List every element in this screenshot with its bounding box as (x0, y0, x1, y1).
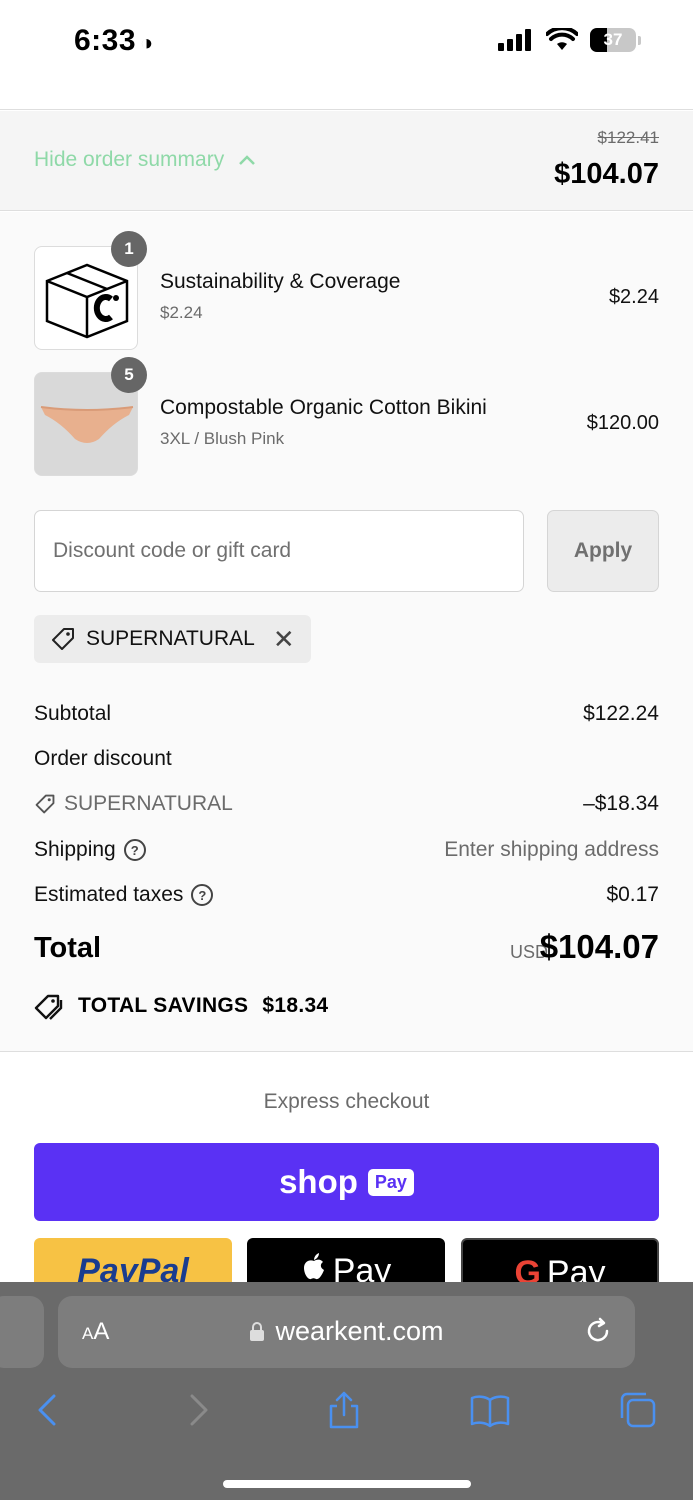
total-label: Total (34, 932, 102, 964)
status-time: 6:33 ◑ (74, 24, 154, 58)
discount-code-input[interactable]: Discount code or gift card (34, 510, 524, 592)
subtotal-row: Subtotal $122.24 (34, 702, 659, 732)
line-item: 5 Compostable Organic Cotton Bikini 3XL … (34, 357, 659, 476)
cellular-signal-icon (498, 29, 531, 51)
product-name: Compostable Organic Cotton Bikini (160, 396, 487, 419)
tag-icon (35, 794, 55, 814)
bookmarks-button[interactable] (470, 1390, 510, 1430)
savings-value: $18.34 (262, 994, 329, 1017)
order-discount-row: Order discount (34, 747, 659, 777)
chevron-right-icon (190, 1394, 208, 1426)
browser-toolbar: AA wearkent.com (0, 1282, 693, 1500)
share-button[interactable] (324, 1390, 364, 1430)
applied-discount-chip: SUPERNATURAL ✕ (34, 615, 311, 663)
discount-code-text: SUPERNATURAL (64, 792, 233, 815)
hide-order-summary-label: Hide order summary (34, 148, 225, 171)
taxes-row: Estimated taxes ? $0.17 (34, 883, 659, 913)
share-icon (329, 1391, 359, 1429)
wifi-icon (546, 28, 578, 50)
browser-nav-bar (0, 1382, 693, 1442)
chevron-up-icon (239, 155, 256, 165)
time-label: 6:33 (74, 24, 137, 57)
discount-code-row: SUPERNATURAL –$18.34 (34, 792, 659, 822)
quantity-badge: 1 (111, 231, 147, 267)
express-checkout-label: Express checkout (263, 1090, 430, 1113)
previous-tab-edge[interactable] (0, 1296, 44, 1368)
apple-logo-icon (303, 1253, 324, 1280)
status-bar: 6:33 ◑ 37 (0, 0, 693, 110)
help-icon[interactable]: ? (123, 839, 146, 861)
shipping-label-text: Shipping (34, 838, 116, 861)
product-thumbnail: 1 (34, 231, 147, 350)
product-price: $2.24 (608, 286, 659, 308)
line-item: 1 Sustainability & Coverage $2.24 $2.24 (34, 231, 659, 350)
quantity-badge: 5 (111, 357, 147, 393)
battery-tip (638, 35, 641, 45)
subtotal-value: $122.24 (583, 702, 659, 725)
lock-icon (250, 1321, 265, 1341)
product-variant: 3XL / Blush Pink (160, 429, 285, 448)
product-price: $120.00 (586, 412, 659, 434)
remove-discount-icon[interactable]: ✕ (273, 626, 295, 652)
address-bar[interactable]: AA wearkent.com (58, 1296, 635, 1368)
reload-icon[interactable] (583, 1316, 613, 1346)
shop-pay-box: Pay (367, 1168, 414, 1196)
taxes-value: $0.17 (606, 883, 659, 906)
shop-pay-button[interactable]: shop Pay (34, 1143, 659, 1221)
battery-level: 37 (603, 30, 623, 49)
shipping-row: Shipping ? Enter shipping address (34, 838, 659, 868)
forward-button[interactable] (178, 1390, 218, 1430)
shop-pay-wordmark: shop (279, 1163, 358, 1200)
taxes-label: Estimated taxes ? (34, 883, 214, 907)
tags-icon (34, 994, 63, 1020)
discount-value: –$18.34 (583, 792, 659, 815)
chevron-left-icon (38, 1394, 56, 1426)
tag-icon (52, 628, 74, 650)
hide-order-summary-link[interactable]: Hide order summary (34, 148, 256, 172)
url-display[interactable]: wearkent.com (58, 1316, 635, 1347)
taxes-label-text: Estimated taxes (34, 883, 184, 906)
total-value: $104.07 (539, 928, 659, 965)
shipping-value: Enter shipping address (444, 838, 659, 861)
product-variant: $2.24 (160, 303, 203, 322)
total-savings: TOTAL SAVINGS $18.34 (34, 992, 328, 1020)
tabs-button[interactable] (618, 1390, 658, 1430)
summary-total-price: $104.07 (554, 158, 659, 190)
battery-icon: 37 (590, 28, 636, 52)
tabs-icon (620, 1392, 656, 1428)
back-button[interactable] (28, 1390, 68, 1430)
order-discount-label: Order discount (34, 747, 172, 770)
savings-label: TOTAL SAVINGS (78, 994, 249, 1017)
url-text: wearkent.com (275, 1316, 444, 1346)
product-name: Sustainability & Coverage (160, 270, 401, 293)
focus-icon: ◑ (140, 30, 154, 55)
applied-code-label: SUPERNATURAL (86, 627, 255, 650)
help-icon[interactable]: ? (191, 884, 214, 906)
compare-at-price: $122.41 (597, 128, 659, 147)
product-thumbnail: 5 (34, 357, 147, 476)
subtotal-label: Subtotal (34, 702, 112, 725)
status-icons: 37 (498, 28, 641, 52)
apply-discount-button[interactable]: Apply (547, 510, 659, 592)
book-icon (470, 1395, 510, 1428)
shipping-label: Shipping ? (34, 838, 146, 862)
home-indicator (223, 1480, 471, 1488)
discount-code-label: SUPERNATURAL (34, 792, 233, 816)
